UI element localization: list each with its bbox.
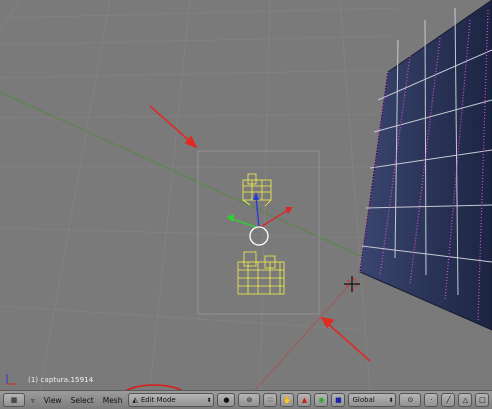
annotation-arrow-top — [149, 105, 198, 149]
viewport-scene — [0, 0, 492, 390]
3d-cursor-icon — [344, 276, 360, 292]
proportional-edit-icon[interactable]: ⊙ — [399, 393, 422, 407]
wall-mesh — [359, 0, 492, 331]
green-axis-line — [0, 91, 421, 284]
selected-mesh-bottom — [237, 251, 285, 295]
sphere-shading-icon[interactable]: ● — [217, 393, 236, 407]
active-object-label: (1) captura.15914 — [28, 376, 94, 384]
annotation-arrow-bottom — [320, 316, 371, 362]
pivot-point-icon[interactable]: ⊚ — [238, 393, 261, 407]
occlude-geometry-icon[interactable]: □ — [475, 393, 490, 407]
face-select-icon[interactable]: △ — [458, 393, 473, 407]
dropdown-arrows-icon: ⬍ — [388, 396, 394, 404]
selection-box — [197, 150, 320, 315]
mini-axis-icon — [6, 374, 16, 385]
edit-mode-triangle-icon: ◭ — [132, 396, 138, 404]
snap-icon[interactable]: ∷ — [263, 393, 278, 407]
viewport-header: ▦ ▿ View Select Mesh ◭ Edit Mode ⬍ ● ⊚ ∷… — [0, 390, 492, 409]
vertex-select-icon[interactable]: · — [424, 393, 439, 407]
rotate-icon[interactable]: ◉ — [314, 393, 329, 407]
translate-arrow-icon[interactable]: ▲ — [297, 393, 312, 407]
orientation-selector[interactable]: Global ⬍ — [348, 393, 397, 407]
orientation-selector-value: Global — [352, 396, 375, 404]
3d-viewport[interactable]: (1) captura.15914 — [0, 0, 492, 390]
red-axis-line — [254, 281, 353, 390]
menu-view[interactable]: View — [41, 396, 65, 405]
dropdown-arrows-icon: ⬍ — [206, 396, 212, 404]
view-menu-arrow-icon[interactable]: ▿ — [28, 396, 38, 405]
grid-floor — [0, 0, 401, 390]
edge-select-icon[interactable]: ╱ — [441, 393, 456, 407]
editor-type-grid-icon[interactable]: ▦ — [3, 393, 25, 407]
mode-selector[interactable]: ◭ Edit Mode ⬍ — [128, 393, 215, 407]
hand-manipulator-icon[interactable]: ✋ — [280, 393, 295, 407]
mode-selector-value: Edit Mode — [140, 396, 176, 404]
menu-mesh[interactable]: Mesh — [100, 396, 126, 405]
scale-icon[interactable]: ■ — [331, 393, 346, 407]
menu-select[interactable]: Select — [68, 396, 97, 405]
